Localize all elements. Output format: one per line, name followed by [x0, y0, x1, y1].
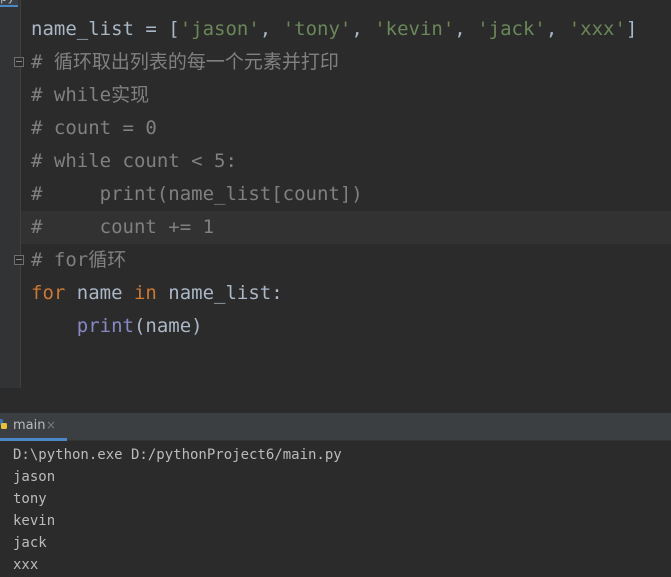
code-token: for: [31, 282, 66, 304]
panel-separator: [0, 388, 671, 413]
close-icon[interactable]: ×: [46, 418, 56, 432]
code-token: ,: [454, 18, 478, 40]
code-line[interactable]: # while count < 5:: [31, 145, 671, 178]
console-line: xxx: [13, 557, 39, 573]
code-token: (name): [133, 315, 203, 337]
run-tool-window-header: main ×: [0, 413, 671, 441]
code-token: ,: [351, 18, 375, 40]
code-token: 'kevin': [374, 18, 455, 40]
code-token: 'jack': [477, 18, 546, 40]
run-console[interactable]: D:\python.exe D:/pythonProject6/main.py j…: [0, 441, 671, 577]
python-icon: [0, 419, 7, 429]
code-token: # 循环取出列表的每一个元素并打印: [31, 51, 339, 73]
code-line[interactable]: # count += 1: [21, 211, 671, 244]
code-token: # for循环: [31, 249, 127, 271]
console-output: D:\python.exe D:/pythonProject6/main.py j…: [13, 444, 342, 576]
fold-toggle-icon[interactable]: [14, 57, 24, 67]
console-line: jason: [13, 469, 56, 485]
code-token: 'xxx': [568, 18, 626, 40]
code-lines[interactable]: name_list = ['jason', 'tony', 'kevin', '…: [21, 13, 671, 343]
code-line[interactable]: print(name): [31, 310, 671, 343]
code-token: name: [65, 282, 134, 304]
tab-run-main[interactable]: main ×: [0, 413, 67, 441]
console-line: jack: [13, 535, 47, 551]
code-editor[interactable]: name_list = ['jason', 'tony', 'kevin', '…: [0, 0, 671, 388]
code-line[interactable]: # print(name_list[count]): [31, 178, 671, 211]
code-token: 'jason': [179, 18, 260, 40]
console-line: tony: [13, 491, 47, 507]
code-token: 'tony': [282, 18, 352, 40]
code-line[interactable]: # 循环取出列表的每一个元素并打印: [31, 46, 671, 79]
file-tab[interactable]: py: [0, 0, 18, 7]
fold-toggle-icon[interactable]: [14, 255, 24, 265]
code-token: # print(name_list[count]): [31, 183, 363, 205]
file-tab-label: py: [0, 0, 15, 4]
run-tab-label: main: [13, 418, 46, 433]
code-line[interactable]: # for循环: [31, 244, 671, 277]
code-token: # count += 1: [31, 216, 215, 238]
code-token: # while count < 5:: [31, 150, 237, 172]
code-token: in: [133, 282, 157, 304]
code-line[interactable]: name_list = ['jason', 'tony', 'kevin', '…: [31, 13, 671, 46]
code-line[interactable]: for name in name_list:: [31, 277, 671, 310]
code-token: ]: [625, 18, 638, 40]
code-token: # while实现: [31, 84, 150, 106]
code-token: ,: [545, 18, 569, 40]
code-token: # count = 0: [31, 117, 157, 139]
console-line: D:\python.exe D:/pythonProject6/main.py: [13, 447, 342, 463]
code-token: name_list:: [156, 282, 283, 304]
code-token: name_list = [: [31, 18, 180, 40]
console-line: kevin: [13, 513, 56, 529]
code-token: ,: [259, 18, 283, 40]
code-line[interactable]: # while实现: [31, 79, 671, 112]
code-token: print: [76, 315, 134, 337]
code-line[interactable]: # count = 0: [31, 112, 671, 145]
